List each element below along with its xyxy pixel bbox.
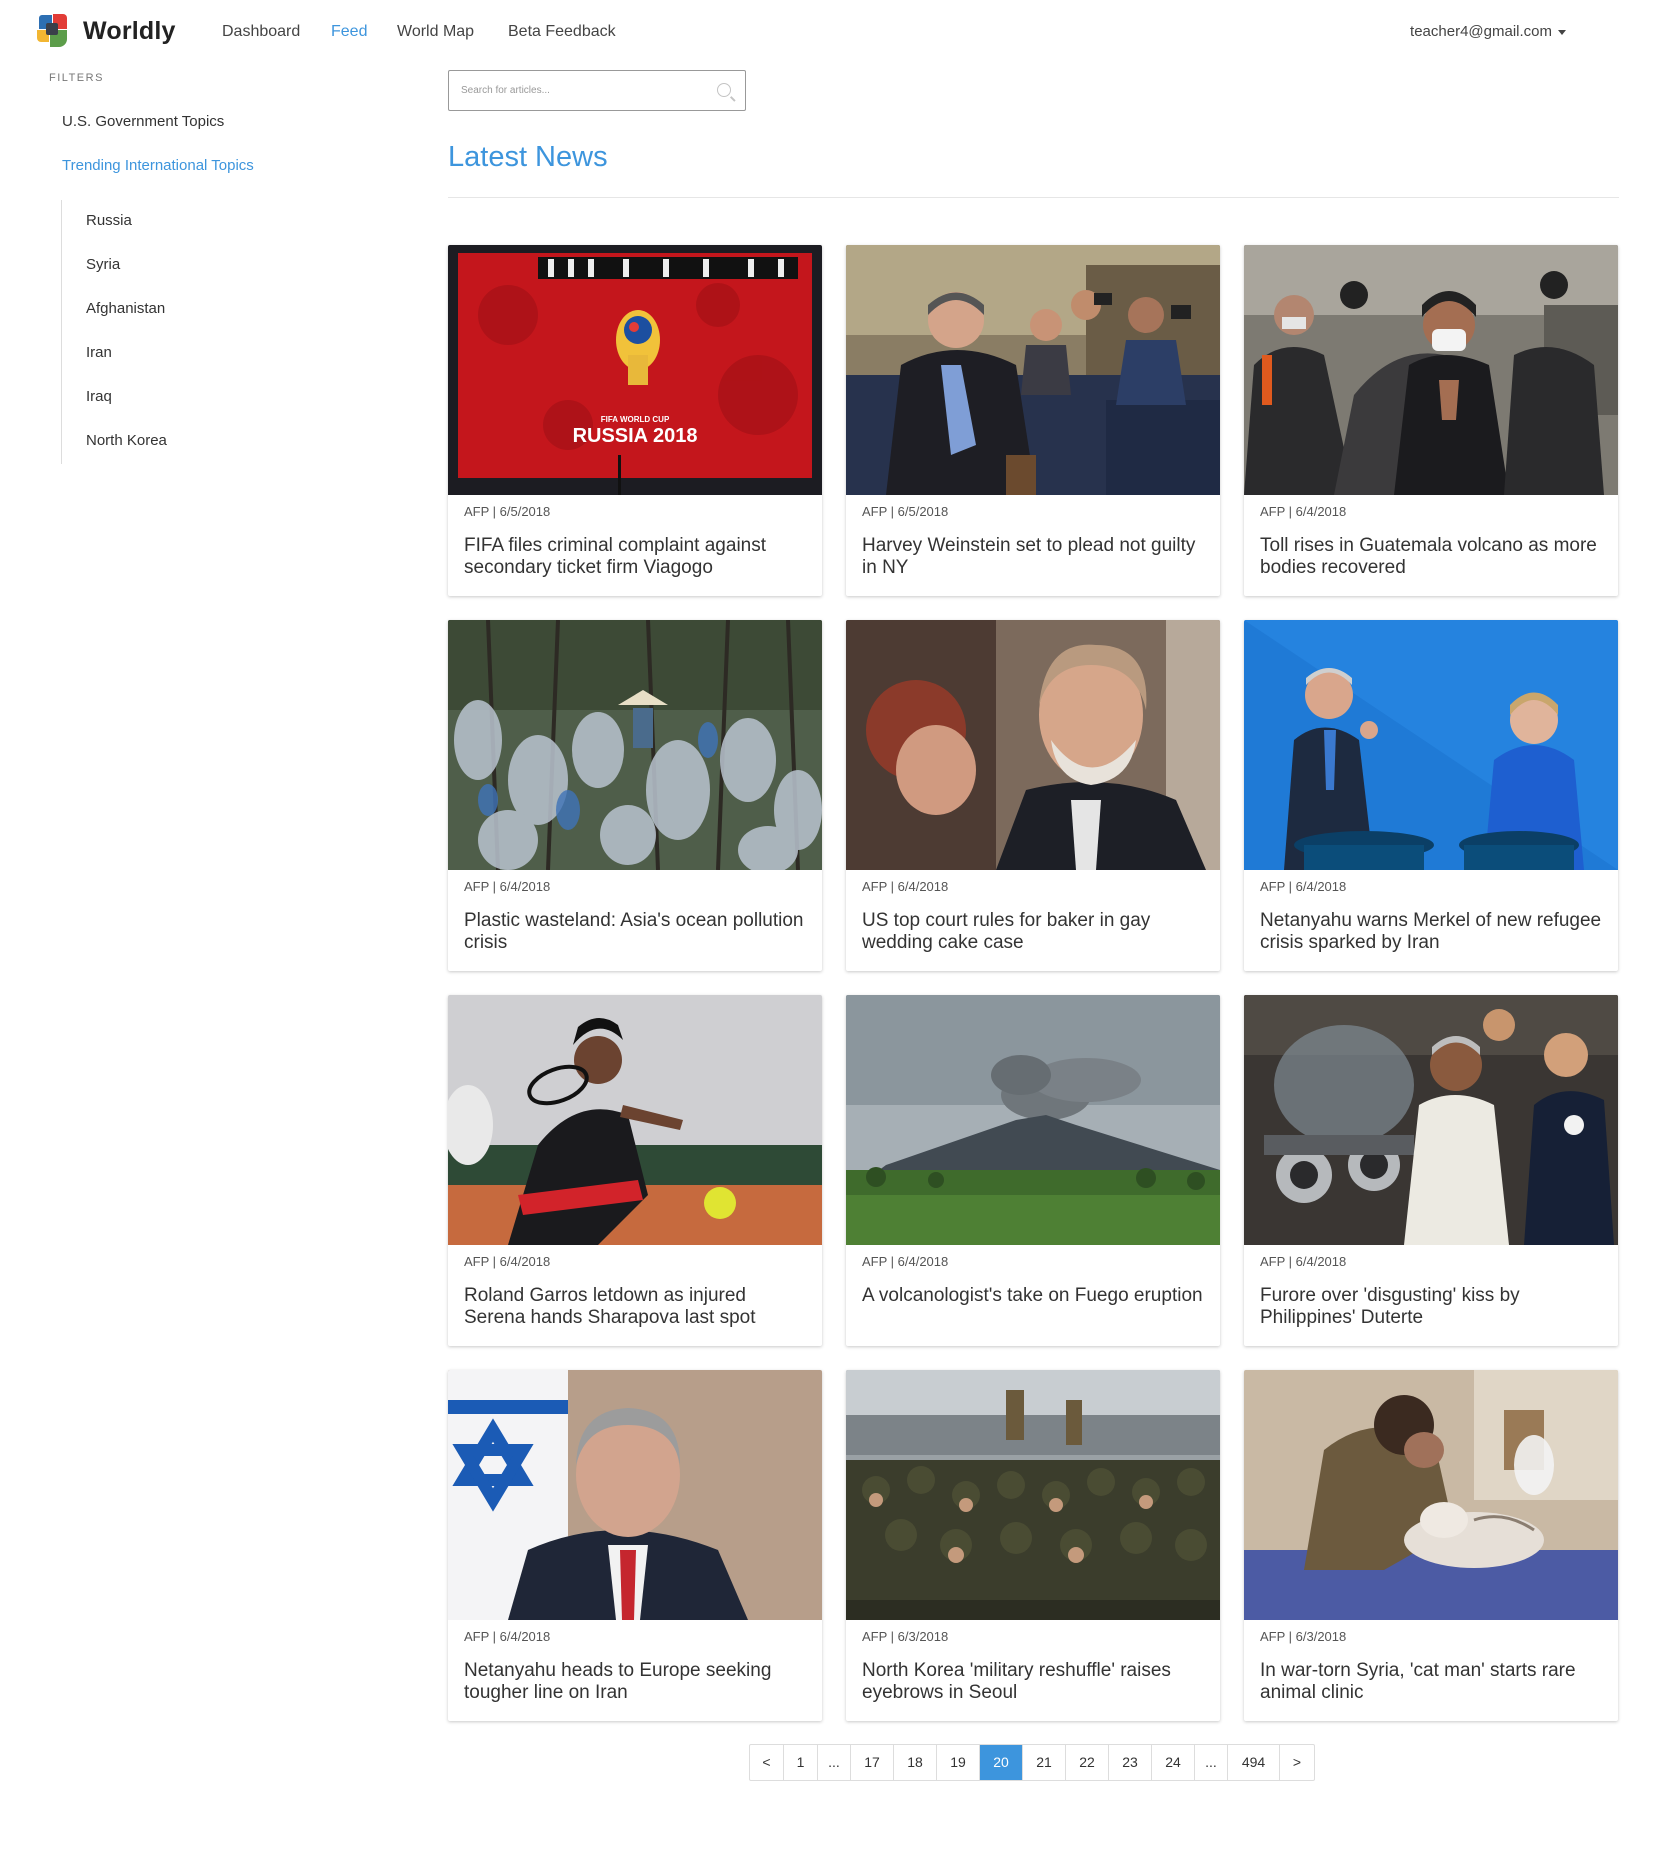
article-card[interactable]: AFP | 6/3/2018 In war-torn Syria, 'cat m… [1244, 1370, 1618, 1721]
syria-cat-clinic-image [1244, 1370, 1618, 1620]
title-divider [448, 197, 1619, 198]
article-meta: AFP | 6/4/2018 [1260, 879, 1347, 894]
page-button[interactable]: 21 [1023, 1745, 1066, 1780]
article-title[interactable]: Furore over 'disgusting' kiss by Philipp… [1260, 1285, 1605, 1329]
search-input[interactable] [449, 71, 713, 110]
article-title[interactable]: In war-torn Syria, 'cat man' starts rare… [1260, 1660, 1605, 1704]
article-title[interactable]: Toll rises in Guatemala volcano as more … [1260, 535, 1605, 579]
caret-down-icon [1558, 29, 1566, 35]
topic-syria[interactable]: Syria [86, 256, 120, 273]
article-card[interactable]: AFP | 6/4/2018 Roland Garros letdown as … [448, 995, 822, 1346]
serena-tennis-image [448, 995, 822, 1245]
article-card[interactable]: AFP | 6/4/2018 US top court rules for ba… [846, 620, 1220, 971]
topic-sublist: Russia Syria Afghanistan Iran Iraq North… [61, 200, 282, 464]
article-meta: AFP | 6/5/2018 [862, 504, 949, 519]
duterte-motorcycle-image [1244, 995, 1618, 1245]
article-meta: AFP | 6/4/2018 [464, 879, 551, 894]
page-button[interactable]: 17 [851, 1745, 894, 1780]
page-ellipsis: ... [1195, 1745, 1228, 1780]
article-card[interactable]: AFP | 6/4/2018 Netanyahu heads to Europe… [448, 1370, 822, 1721]
filters-heading: FILTERS [49, 72, 104, 84]
current-page-button[interactable]: 20 [980, 1745, 1023, 1780]
nav-feed[interactable]: Feed [331, 23, 367, 41]
topic-iraq[interactable]: Iraq [86, 388, 112, 405]
prev-page-button[interactable]: < [750, 1745, 784, 1780]
worldly-logo-icon [33, 11, 73, 51]
page-button[interactable]: 22 [1066, 1745, 1109, 1780]
page-ellipsis: ... [818, 1745, 851, 1780]
article-meta: AFP | 6/4/2018 [862, 1254, 949, 1269]
article-card[interactable]: AFP | 6/4/2018 Netanyahu warns Merkel of… [1244, 620, 1618, 971]
article-meta: AFP | 6/4/2018 [464, 1629, 551, 1644]
fuego-volcano-image [846, 995, 1220, 1245]
nav-dashboard[interactable]: Dashboard [222, 23, 300, 41]
article-title[interactable]: Netanyahu warns Merkel of new refugee cr… [1260, 910, 1605, 954]
guatemala-mourner-image [1244, 245, 1618, 495]
svg-text:FIFA WORLD CUP: FIFA WORLD CUP [601, 415, 670, 424]
article-meta: AFP | 6/4/2018 [1260, 1254, 1347, 1269]
pagination: < 1 ... 17 18 19 20 21 22 23 24 ... 494 … [749, 1744, 1315, 1781]
page-button[interactable]: 18 [894, 1745, 937, 1780]
brand-name: Worldly [83, 16, 176, 45]
search-icon[interactable] [717, 83, 731, 97]
nav-world-map[interactable]: World Map [397, 23, 474, 41]
svg-text:RUSSIA 2018: RUSSIA 2018 [573, 425, 698, 447]
article-card[interactable]: AFP | 6/4/2018 A volcanologist's take on… [846, 995, 1220, 1346]
page-button[interactable]: 1 [784, 1745, 818, 1780]
next-page-button[interactable]: > [1280, 1745, 1314, 1780]
top-navbar: Worldly Dashboard Feed World Map Beta Fe… [0, 0, 1668, 66]
user-email: teacher4@gmail.com [1410, 23, 1552, 40]
article-card[interactable]: FIFA WORLD CUP RUSSIA 2018 AFP | 6/5/201… [448, 245, 822, 596]
page-button[interactable]: 23 [1109, 1745, 1152, 1780]
article-title[interactable]: Harvey Weinstein set to plead not guilty… [862, 535, 1207, 579]
article-title[interactable]: Roland Garros letdown as injured Serena … [464, 1285, 809, 1329]
article-meta: AFP | 6/4/2018 [464, 1254, 551, 1269]
netanyahu-flag-image [448, 1370, 822, 1620]
article-card[interactable]: AFP | 6/4/2018 Toll rises in Guatemala v… [1244, 245, 1618, 596]
north-korea-soldiers-image [846, 1370, 1220, 1620]
topic-afghanistan[interactable]: Afghanistan [86, 300, 165, 317]
sidebar-item-trending-international-topics[interactable]: Trending International Topics [62, 157, 254, 174]
article-card[interactable]: AFP | 6/4/2018 Plastic wasteland: Asia's… [448, 620, 822, 971]
article-meta: AFP | 6/4/2018 [1260, 504, 1347, 519]
nav-beta-feedback[interactable]: Beta Feedback [508, 23, 616, 41]
page-title: Latest News [448, 141, 608, 173]
netanyahu-merkel-podium-image [1244, 620, 1618, 870]
fifa-world-cup-russia-2018-image: FIFA WORLD CUP RUSSIA 2018 [448, 245, 822, 495]
topic-russia[interactable]: Russia [86, 212, 132, 229]
article-title[interactable]: A volcanologist's take on Fuego eruption [862, 1285, 1207, 1307]
weinstein-court-image [846, 245, 1220, 495]
article-meta: AFP | 6/3/2018 [1260, 1629, 1347, 1644]
article-title[interactable]: Plastic wasteland: Asia's ocean pollutio… [464, 910, 809, 954]
article-card[interactable]: AFP | 6/3/2018 North Korea 'military res… [846, 1370, 1220, 1721]
topic-north-korea[interactable]: North Korea [86, 432, 167, 449]
article-meta: AFP | 6/4/2018 [862, 879, 949, 894]
page-button[interactable]: 19 [937, 1745, 980, 1780]
article-title[interactable]: FIFA files criminal complaint against se… [464, 535, 809, 579]
article-title[interactable]: North Korea 'military reshuffle' raises … [862, 1660, 1207, 1704]
sidebar-item-us-government-topics[interactable]: U.S. Government Topics [62, 113, 224, 130]
article-title[interactable]: US top court rules for baker in gay wedd… [862, 910, 1207, 954]
user-menu[interactable]: teacher4@gmail.com [1410, 23, 1566, 40]
article-card[interactable]: AFP | 6/5/2018 Harvey Weinstein set to p… [846, 245, 1220, 596]
brand-logo[interactable]: Worldly [33, 10, 176, 52]
article-card[interactable]: AFP | 6/4/2018 Furore over 'disgusting' … [1244, 995, 1618, 1346]
plastic-waste-trees-image [448, 620, 822, 870]
topic-iran[interactable]: Iran [86, 344, 112, 361]
page-button[interactable]: 494 [1228, 1745, 1280, 1780]
article-meta: AFP | 6/5/2018 [464, 504, 551, 519]
article-title[interactable]: Netanyahu heads to Europe seeking toughe… [464, 1660, 809, 1704]
baker-portrait-image [846, 620, 1220, 870]
search-box [448, 70, 746, 111]
article-meta: AFP | 6/3/2018 [862, 1629, 949, 1644]
page-button[interactable]: 24 [1152, 1745, 1195, 1780]
